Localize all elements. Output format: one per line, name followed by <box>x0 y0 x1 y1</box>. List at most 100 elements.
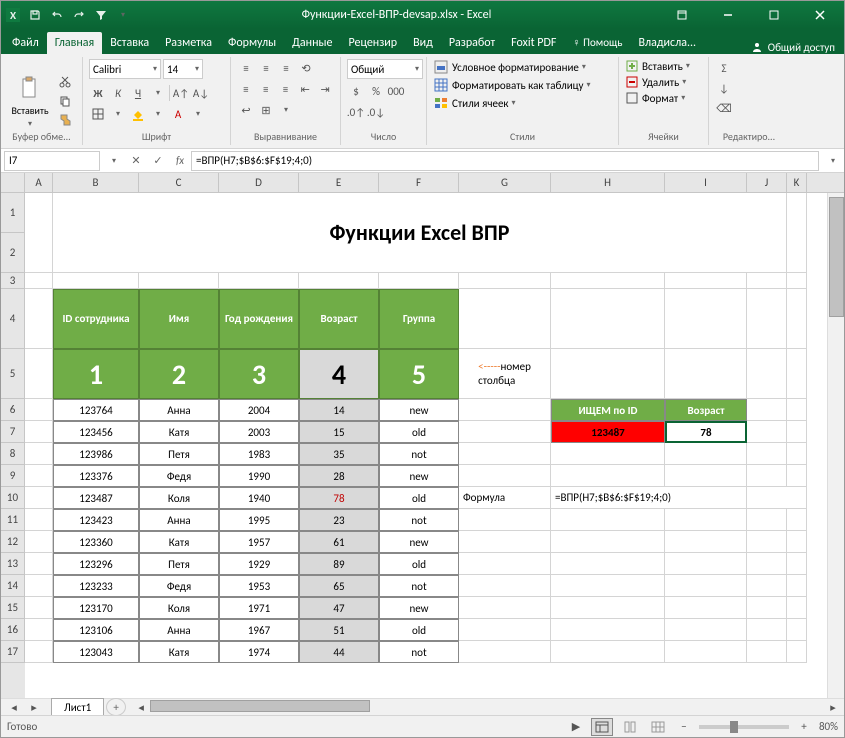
accounting-icon[interactable]: $ <box>347 82 365 100</box>
cell[interactable] <box>459 421 551 443</box>
cell[interactable] <box>25 193 53 273</box>
cell[interactable] <box>459 553 551 575</box>
orientation-icon[interactable]: ⟲ <box>297 59 315 77</box>
cell[interactable] <box>787 273 807 289</box>
tab-insert[interactable]: Вставка <box>102 32 157 54</box>
col-header-C[interactable]: C <box>139 173 219 192</box>
formula-input[interactable] <box>191 151 819 171</box>
cell[interactable] <box>787 575 807 597</box>
cell[interactable] <box>459 575 551 597</box>
cell[interactable] <box>747 273 787 289</box>
cell[interactable] <box>551 443 665 465</box>
cell[interactable]: 23 <box>299 509 379 531</box>
italic-button[interactable]: К <box>109 84 127 102</box>
col-header-I[interactable]: I <box>665 173 747 192</box>
cell[interactable] <box>787 289 807 349</box>
cell[interactable]: 44 <box>299 641 379 663</box>
cell[interactable]: 1 <box>53 349 139 399</box>
clear-icon[interactable]: ⌫ <box>715 99 733 117</box>
cell[interactable] <box>747 553 787 575</box>
decimal-dec-icon[interactable]: .0↓ <box>367 103 385 121</box>
cell[interactable] <box>747 465 787 487</box>
font-size-select[interactable]: 14▾ <box>163 59 203 79</box>
cell[interactable]: Возраст <box>665 399 747 421</box>
row-header[interactable]: 6 <box>1 399 25 421</box>
cell[interactable] <box>25 399 53 421</box>
cell[interactable] <box>747 443 787 465</box>
cell[interactable] <box>665 575 747 597</box>
cell[interactable]: 47 <box>299 597 379 619</box>
tab-formulas[interactable]: Формулы <box>220 32 284 54</box>
cell[interactable]: 123423 <box>53 509 139 531</box>
fill-down-icon[interactable]: ↓ <box>715 79 733 97</box>
cell[interactable] <box>551 597 665 619</box>
bold-button[interactable]: Ж <box>89 84 107 102</box>
cell[interactable] <box>459 597 551 619</box>
cell[interactable]: 14 <box>299 399 379 421</box>
cell[interactable] <box>25 421 53 443</box>
font-color-icon[interactable]: A <box>169 105 187 123</box>
cell[interactable]: Катя <box>139 641 219 663</box>
close-icon[interactable] <box>798 1 842 29</box>
align-bottom-icon[interactable]: ≡ <box>277 59 295 77</box>
cell[interactable] <box>25 553 53 575</box>
cell[interactable] <box>787 349 807 399</box>
cell[interactable] <box>551 531 665 553</box>
cell[interactable] <box>665 465 747 487</box>
page-layout-icon[interactable] <box>619 718 641 736</box>
cell[interactable]: 123360 <box>53 531 139 553</box>
page-break-icon[interactable] <box>647 718 669 736</box>
decrease-font-icon[interactable]: A↓ <box>192 84 210 102</box>
hscroll-left[interactable]: ◂ <box>132 698 150 716</box>
cell[interactable]: Анна <box>139 509 219 531</box>
cell[interactable]: =ВПР(H7;$B$6:$F$19;4;0) <box>551 487 747 509</box>
col-header-A[interactable]: A <box>25 173 53 192</box>
cell[interactable]: Коля <box>139 597 219 619</box>
row-header[interactable]: 11 <box>1 509 25 531</box>
delete-cells-button[interactable]: Удалить▾ <box>625 75 702 89</box>
cell[interactable] <box>665 289 747 349</box>
cell[interactable] <box>747 349 787 399</box>
cell[interactable] <box>787 421 807 443</box>
tab-help[interactable]: ♀ Помощь <box>564 32 630 54</box>
format-cells-button[interactable]: Формат▾ <box>625 91 702 105</box>
cell[interactable]: 123233 <box>53 575 139 597</box>
cell[interactable]: 1990 <box>219 465 299 487</box>
cell[interactable] <box>459 465 551 487</box>
cell[interactable]: Федя <box>139 465 219 487</box>
select-all-corner[interactable] <box>1 173 25 192</box>
maximize-icon[interactable] <box>752 1 796 29</box>
cell[interactable]: 1967 <box>219 619 299 641</box>
enter-formula-icon[interactable]: ✓ <box>147 150 169 172</box>
row-header[interactable]: 2 <box>1 233 25 273</box>
cell[interactable]: ИЩЕМ по ID <box>551 399 665 421</box>
cell[interactable] <box>459 399 551 421</box>
cell[interactable] <box>25 597 53 619</box>
cell[interactable]: 2 <box>139 349 219 399</box>
cell[interactable] <box>379 273 459 289</box>
tab-developer[interactable]: Разработ <box>441 32 503 54</box>
cell[interactable]: 89 <box>299 553 379 575</box>
cell[interactable] <box>747 619 787 641</box>
cut-icon[interactable] <box>55 73 75 91</box>
name-box[interactable] <box>4 151 100 171</box>
cell[interactable] <box>665 641 747 663</box>
cell[interactable]: 123456 <box>53 421 139 443</box>
cell[interactable]: not <box>379 509 459 531</box>
decimal-inc-icon[interactable]: .0↑ <box>347 103 365 121</box>
tab-view[interactable]: Вид <box>405 32 441 54</box>
minimize-icon[interactable] <box>706 1 750 29</box>
cell[interactable] <box>299 273 379 289</box>
tab-foxit[interactable]: Foxit PDF <box>503 32 564 54</box>
cancel-formula-icon[interactable]: ✕ <box>125 150 147 172</box>
align-middle-icon[interactable]: ≡ <box>257 59 275 77</box>
cell[interactable] <box>787 553 807 575</box>
col-header-G[interactable]: G <box>459 173 551 192</box>
cell[interactable]: 51 <box>299 619 379 641</box>
cell[interactable] <box>25 531 53 553</box>
cell[interactable] <box>551 575 665 597</box>
cell[interactable] <box>551 619 665 641</box>
cell[interactable]: 123487 <box>53 487 139 509</box>
cell[interactable] <box>747 421 787 443</box>
sheet-tab[interactable]: Лист1 <box>51 698 104 716</box>
